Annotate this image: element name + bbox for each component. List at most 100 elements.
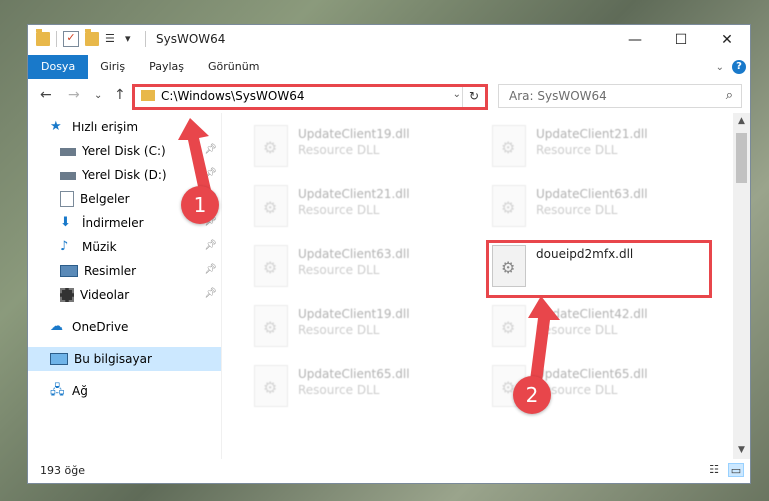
file-item[interactable]: UpdateClient19.dll Resource DLL: [246, 119, 456, 173]
toolbar-divider: [145, 31, 146, 47]
file-item[interactable]: UpdateClient65.dll Resource DLL: [246, 359, 456, 413]
file-item[interactable]: UpdateClient63.dll Resource DLL: [484, 179, 694, 233]
tab-share[interactable]: Paylaş: [137, 55, 196, 79]
annotation-badge-1: 1: [181, 186, 219, 224]
file-type: Resource DLL: [298, 263, 380, 277]
explorer-window: ✓ ☰ ▾ SysWOW64 — ☐ ✕ Dosya Giriş Paylaş …: [27, 24, 751, 484]
new-folder-icon[interactable]: [85, 29, 99, 46]
search-box[interactable]: Ara: SysWOW64 ⌕: [498, 84, 742, 108]
view-toggle: ☷ ▭: [706, 463, 744, 477]
vertical-scrollbar[interactable]: ▲ ▼: [733, 113, 750, 459]
sidebar-item-local-disk-d[interactable]: Yerel Disk (D:) 📌︎: [28, 163, 221, 187]
scroll-up-arrow-icon[interactable]: ▲: [733, 113, 750, 130]
navigation-pane: ★ Hızlı erişim Yerel Disk (C:) 📌︎ Yerel …: [28, 113, 221, 459]
sidebar-item-network[interactable]: 🖧︎ Ağ: [28, 379, 221, 403]
refresh-icon[interactable]: ↻: [462, 85, 485, 107]
file-item[interactable]: UpdateClient21.dll Resource DLL: [484, 119, 694, 173]
item-count: 193 öğe: [40, 464, 85, 477]
dll-file-icon: [254, 365, 288, 407]
up-arrow-icon[interactable]: ↑: [114, 87, 126, 103]
toolbar-divider: [56, 31, 57, 47]
sidebar-item-label: OneDrive: [72, 320, 129, 334]
window-title: SysWOW64: [156, 32, 226, 46]
properties-check-icon[interactable]: ✓: [63, 31, 79, 47]
address-path[interactable]: C:\Windows\SysWOW64: [161, 89, 305, 103]
tab-file[interactable]: Dosya: [28, 55, 89, 79]
recent-locations-chevron-icon[interactable]: ⌄: [94, 90, 102, 101]
ribbon-right-controls: ⌄ ?: [716, 55, 746, 79]
pin-icon[interactable]: 📌︎: [204, 240, 217, 251]
file-type: Resource DLL: [298, 143, 380, 157]
pin-icon[interactable]: 📌︎: [204, 288, 217, 299]
file-item[interactable]: UpdateClient19.dll Resource DLL: [246, 299, 456, 353]
scroll-thumb[interactable]: [736, 133, 747, 183]
expand-ribbon-chevron-icon[interactable]: ⌄: [716, 62, 724, 73]
sidebar-item-label: Hızlı erişim: [72, 120, 139, 134]
file-item[interactable]: UpdateClient21.dll Resource DLL: [246, 179, 456, 233]
file-list: UpdateClient19.dll Resource DLL UpdateCl…: [222, 113, 738, 459]
sidebar-item-this-pc[interactable]: Bu bilgisayar: [28, 347, 221, 371]
network-icon: 🖧︎: [50, 383, 65, 398]
music-icon: ♪: [60, 239, 69, 254]
sidebar-item-label: Belgeler: [80, 192, 130, 206]
file-type: Resource DLL: [298, 203, 380, 217]
sidebar-item-local-disk-c[interactable]: Yerel Disk (C:) 📌︎: [28, 139, 221, 163]
sidebar-item-label: Videolar: [80, 288, 130, 302]
pin-icon[interactable]: 📌︎: [204, 264, 217, 275]
star-icon: ★: [50, 119, 62, 134]
status-bar: 193 öğe ☷ ▭: [28, 459, 750, 483]
downloads-icon: ⬇: [60, 215, 71, 230]
file-item[interactable]: UpdateClient63.dll Resource DLL: [246, 239, 456, 293]
address-folder-icon: [141, 90, 155, 101]
sidebar-item-label: İndirmeler: [82, 216, 144, 230]
sidebar-item-onedrive[interactable]: ☁ OneDrive: [28, 315, 221, 339]
forward-arrow-icon[interactable]: →: [68, 87, 80, 103]
file-name: UpdateClient63.dll: [298, 247, 410, 261]
drive-icon: [60, 172, 76, 180]
file-type: Resource DLL: [298, 383, 380, 397]
dll-file-icon: [254, 245, 288, 287]
file-name: UpdateClient63.dll: [536, 187, 648, 201]
customize-toolbar-chevron-icon[interactable]: ▾: [125, 32, 139, 46]
dll-file-icon: [492, 245, 526, 287]
file-type: Resource DLL: [536, 323, 618, 337]
search-icon[interactable]: ⌕: [726, 88, 733, 103]
sidebar-item-videos[interactable]: Videolar 📌︎: [28, 283, 221, 307]
sidebar-item-music[interactable]: ♪ Müzik 📌︎: [28, 235, 221, 259]
details-view-icon[interactable]: ☷: [706, 463, 722, 477]
ribbon-tabs: Dosya Giriş Paylaş Görünüm: [28, 55, 750, 79]
videos-icon: [60, 288, 74, 302]
address-bar-row: ← → ⌄ ↑ C:\Windows\SysWOW64 ⌄ ↻ Ara: Sys…: [28, 81, 750, 111]
address-dropdown-chevron-icon[interactable]: ⌄: [453, 89, 461, 100]
window-controls: — ☐ ✕: [612, 25, 750, 54]
tab-view[interactable]: Görünüm: [196, 55, 271, 79]
minimize-button[interactable]: —: [612, 25, 658, 54]
tab-home[interactable]: Giriş: [88, 55, 137, 79]
cloud-icon: ☁: [50, 319, 63, 334]
search-input[interactable]: Ara: SysWOW64: [509, 89, 607, 103]
file-item-highlighted[interactable]: doueipd2mfx.dll: [484, 239, 694, 293]
file-name: UpdateClient65.dll: [536, 367, 648, 381]
dll-file-icon: [254, 305, 288, 347]
address-bar[interactable]: C:\Windows\SysWOW64 ⌄ ↻: [134, 84, 486, 108]
file-name: UpdateClient19.dll: [298, 127, 410, 141]
file-name: UpdateClient21.dll: [298, 187, 410, 201]
folder-icon[interactable]: [36, 29, 50, 46]
view-icon[interactable]: ☰: [105, 32, 119, 46]
close-button[interactable]: ✕: [704, 25, 750, 54]
pin-icon[interactable]: 📌︎: [204, 168, 217, 179]
pin-icon[interactable]: 📌︎: [204, 144, 217, 155]
quick-access-toolbar: ✓ ☰ ▾ SysWOW64: [36, 29, 226, 47]
file-item[interactable]: UpdateClient42.dll Resource DLL: [484, 299, 694, 353]
scroll-down-arrow-icon[interactable]: ▼: [733, 442, 750, 459]
sidebar-item-label: Resimler: [84, 264, 137, 278]
drive-icon: [60, 148, 76, 156]
sidebar-item-label: Yerel Disk (C:): [82, 144, 166, 158]
help-icon[interactable]: ?: [732, 60, 746, 74]
sidebar-item-pictures[interactable]: Resimler 📌︎: [28, 259, 221, 283]
sidebar-item-quick-access[interactable]: ★ Hızlı erişim: [28, 115, 221, 139]
maximize-button[interactable]: ☐: [658, 25, 704, 54]
back-arrow-icon[interactable]: ←: [40, 87, 52, 103]
dll-file-icon: [492, 185, 526, 227]
large-icons-view-icon[interactable]: ▭: [728, 463, 744, 477]
